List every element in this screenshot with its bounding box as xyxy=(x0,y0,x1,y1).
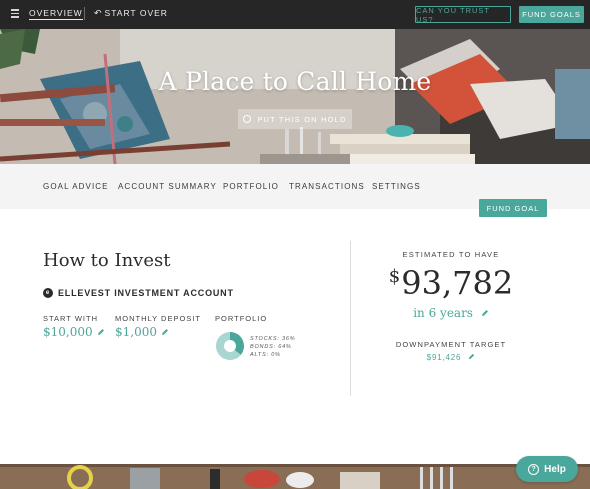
pause-circle-icon xyxy=(243,115,252,123)
downpayment-target-label: DOWNPAYMENT TARGET xyxy=(395,340,507,349)
put-on-hold-button[interactable]: PUT THIS ON HOLD xyxy=(238,109,352,129)
hamburger-menu-icon[interactable] xyxy=(11,9,19,18)
start-over-label: START OVER xyxy=(104,8,168,18)
tab-transactions[interactable]: TRANSACTIONS xyxy=(289,182,365,191)
nav-divider xyxy=(84,7,85,20)
allocation-bonds: BONDS: 64% xyxy=(250,344,292,350)
start-over-link[interactable]: ↶ START OVER xyxy=(94,8,168,19)
edit-pencil-icon[interactable] xyxy=(468,353,475,362)
portfolio-label: PORTFOLIO xyxy=(215,314,268,323)
portfolio-donut-chart[interactable] xyxy=(215,331,245,361)
start-with-value[interactable]: $10,000 xyxy=(43,325,105,339)
start-with-label: START WITH xyxy=(43,314,98,323)
how-to-invest-heading: How to Invest xyxy=(43,250,171,271)
monthly-deposit-label: MONTHLY DEPOSIT xyxy=(115,314,201,323)
fund-goal-button[interactable]: FUND GOAL xyxy=(479,199,547,217)
footer-photo xyxy=(0,464,590,489)
estimated-amount: $93,782 xyxy=(351,264,551,302)
tools-photo xyxy=(0,464,590,489)
downpayment-target-value[interactable]: $91,426 xyxy=(351,353,551,362)
ellevest-logo-icon: e xyxy=(43,288,53,298)
hero-banner: A Place to Call Home PUT THIS ON HOLD xyxy=(0,29,590,164)
hero-photo xyxy=(0,29,590,164)
downpayment-amount: $91,426 xyxy=(426,353,462,362)
allocation-alts: ALTS: 0% xyxy=(250,352,281,358)
help-label: Help xyxy=(544,463,566,475)
currency-symbol: $ xyxy=(388,266,401,287)
nav-overview-link[interactable]: OVERVIEW xyxy=(29,8,83,20)
time-horizon[interactable]: in 6 years xyxy=(351,306,551,320)
years-value: in 6 years xyxy=(413,306,473,320)
can-you-trust-us-button[interactable]: CAN YOU TRUST US? xyxy=(415,6,511,24)
tab-goal-advice[interactable]: GOAL ADVICE xyxy=(43,182,109,191)
monthly-deposit-value[interactable]: $1,000 xyxy=(115,325,169,339)
account-name: ELLEVEST INVESTMENT ACCOUNT xyxy=(58,288,234,298)
goal-title: A Place to Call Home xyxy=(158,67,432,96)
account-title: e ELLEVEST INVESTMENT ACCOUNT xyxy=(43,288,234,298)
edit-pencil-icon[interactable] xyxy=(97,325,105,339)
start-with-amount: $10,000 xyxy=(43,325,93,339)
estimated-value: 93,782 xyxy=(401,264,514,302)
tab-portfolio[interactable]: PORTFOLIO xyxy=(223,182,279,191)
allocation-stocks: STOCKS: 36% xyxy=(250,336,296,342)
donut-segment-stocks xyxy=(230,332,244,355)
edit-pencil-icon[interactable] xyxy=(481,306,489,320)
portfolio-allocation: STOCKS: 36% BONDS: 64% ALTS: 0% xyxy=(250,335,295,359)
put-on-hold-label: PUT THIS ON HOLD xyxy=(257,114,347,124)
fund-goals-button[interactable]: FUND GOALS xyxy=(519,6,584,23)
tab-settings[interactable]: SETTINGS xyxy=(372,182,421,191)
undo-icon: ↶ xyxy=(94,8,103,18)
help-button[interactable]: ? Help xyxy=(516,456,578,482)
estimated-label: ESTIMATED TO HAVE xyxy=(402,250,500,259)
tab-account-summary[interactable]: ACCOUNT SUMMARY xyxy=(118,182,217,191)
edit-pencil-icon[interactable] xyxy=(161,325,169,339)
top-nav: OVERVIEW ↶ START OVER CAN YOU TRUST US? F… xyxy=(0,0,590,29)
monthly-deposit-amount: $1,000 xyxy=(115,325,157,339)
question-icon: ? xyxy=(528,463,540,475)
